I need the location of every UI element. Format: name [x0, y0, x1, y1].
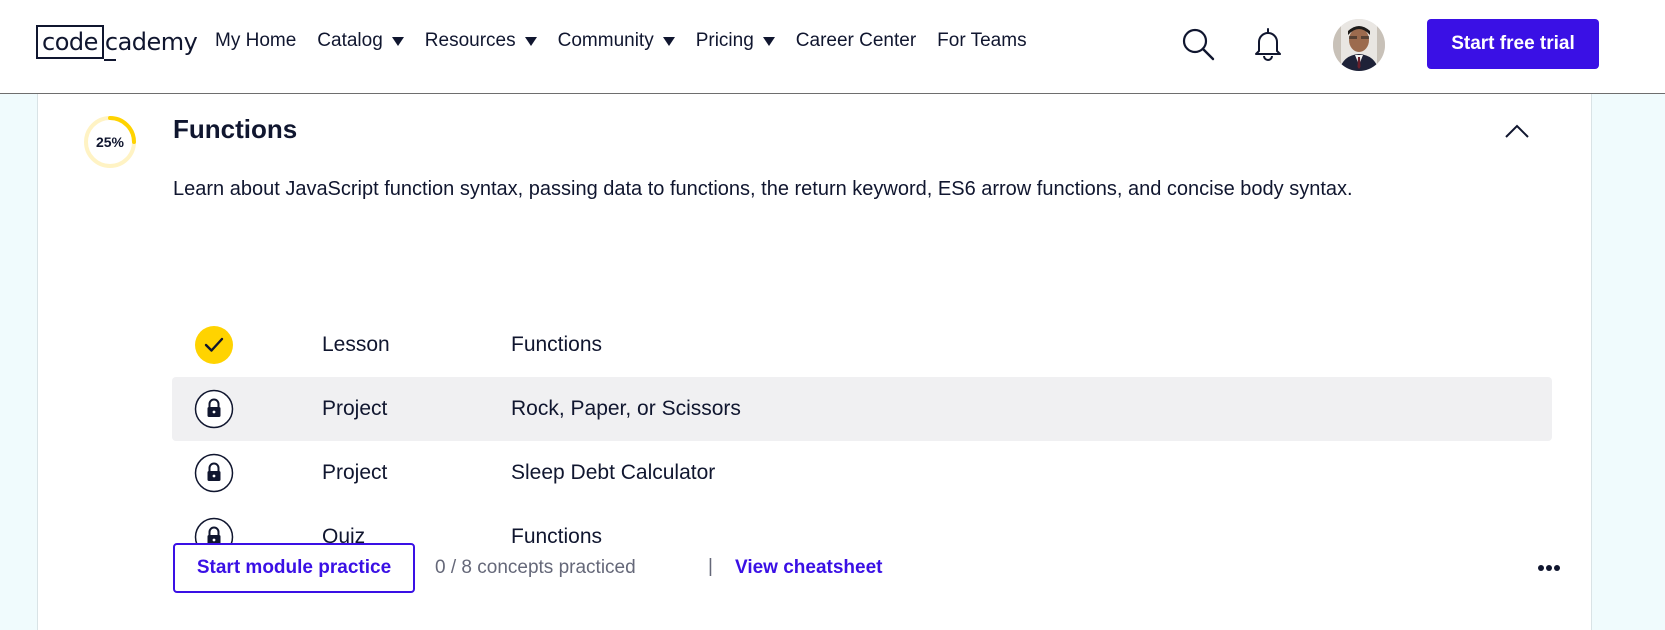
- module-item-type: Project: [322, 397, 388, 420]
- chevron-up-icon[interactable]: [1504, 122, 1530, 140]
- user-avatar[interactable]: [1333, 19, 1385, 71]
- module-progress-percent: 25%: [95, 134, 125, 150]
- module-item-type: Lesson: [322, 333, 390, 356]
- nav-item-label: Career Center: [795, 30, 917, 51]
- module-title: Functions: [173, 114, 298, 144]
- module-item-name: Functions: [511, 333, 603, 356]
- lock-icon: [194, 389, 234, 429]
- logo-box-text: code: [36, 25, 104, 59]
- more-options-icon[interactable]: [1537, 561, 1561, 575]
- avatar-image: [1333, 19, 1385, 71]
- module-footer: Start module practice 0 / 8 concepts pra…: [173, 543, 1560, 593]
- module-description: Learn about JavaScript function syntax, …: [173, 178, 1353, 200]
- nav-item-label: For Teams: [937, 30, 1027, 51]
- nav-item-label: Resources: [424, 30, 516, 51]
- module-item-name: Rock, Paper, or Scissors: [511, 397, 741, 420]
- nav-item-for-teams[interactable]: For Teams: [937, 30, 1026, 52]
- view-cheatsheet-link[interactable]: View cheatsheet: [735, 557, 883, 579]
- check-icon: [195, 326, 233, 364]
- bell-icon[interactable]: [1253, 27, 1283, 61]
- caret-down-icon: [762, 36, 775, 46]
- caret-down-icon: [524, 36, 537, 46]
- nav-item-pricing[interactable]: Pricing: [696, 30, 775, 52]
- search-icon[interactable]: [1180, 26, 1216, 62]
- logo-rest-text: cademy: [103, 28, 198, 61]
- codecademy-logo[interactable]: code cademy: [36, 25, 198, 61]
- start-module-practice-button[interactable]: Start module practice: [173, 543, 415, 593]
- nav-item-label: My Home: [215, 30, 297, 51]
- module-item-project-rock-paper-scissors[interactable]: Project Rock, Paper, or Scissors: [172, 377, 1552, 441]
- module-item-name: Sleep Debt Calculator: [511, 461, 716, 484]
- caret-down-icon: [391, 36, 404, 46]
- start-free-trial-button[interactable]: Start free trial: [1427, 19, 1599, 69]
- nav-item-label: Community: [557, 30, 654, 51]
- footer-separator: |: [708, 556, 713, 577]
- nav-item-career-center[interactable]: Career Center: [796, 30, 916, 52]
- module-item-lesson-functions[interactable]: Lesson Functions: [172, 313, 1552, 377]
- concepts-practiced-count: 0 / 8 concepts practiced: [435, 557, 636, 578]
- nav-item-my-home[interactable]: My Home: [215, 30, 296, 52]
- nav-item-resources[interactable]: Resources: [425, 30, 537, 52]
- nav-item-community[interactable]: Community: [558, 30, 675, 52]
- module-card: 25% Functions Learn about JavaScript fun…: [37, 94, 1592, 630]
- nav-item-label: Catalog: [317, 30, 383, 51]
- caret-down-icon: [662, 36, 675, 46]
- lock-icon: [194, 453, 234, 493]
- top-navigation-bar: code cademy My Home Catalog Resources Co…: [0, 0, 1665, 94]
- nav-item-catalog[interactable]: Catalog: [317, 30, 404, 52]
- module-item-project-sleep-debt-calculator[interactable]: Project Sleep Debt Calculator: [172, 441, 1552, 505]
- main-nav: My Home Catalog Resources Community Pric…: [215, 30, 1048, 52]
- nav-item-label: Pricing: [695, 30, 754, 51]
- module-item-type: Project: [322, 461, 388, 484]
